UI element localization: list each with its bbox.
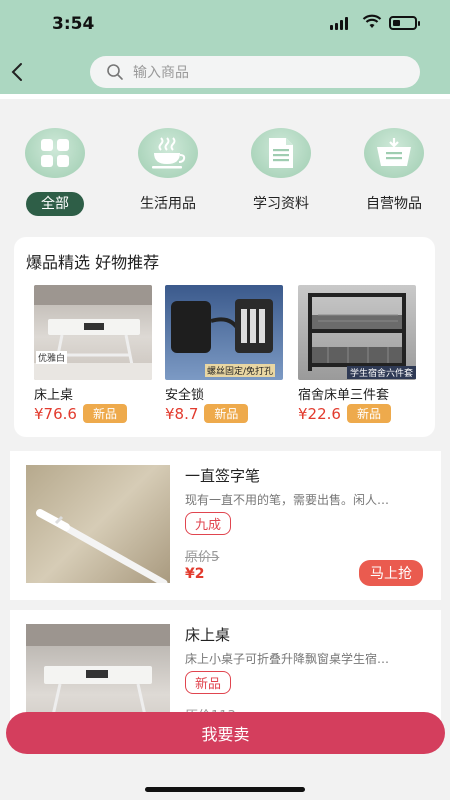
new-badge: 新品 xyxy=(82,404,127,423)
product-name: 床上桌 xyxy=(34,388,74,403)
battery-icon xyxy=(389,16,420,30)
header: 3:54 输入商品 xyxy=(0,0,450,94)
listing-title: 床上桌 xyxy=(185,626,231,644)
search-bar[interactable]: 输入商品 xyxy=(90,56,420,88)
listing-card[interactable]: 床上桌 床上小桌子可折叠升降飘窗桌学生宿… 新品 原价113 xyxy=(10,610,441,742)
listing-image-pen xyxy=(26,465,170,583)
header-divider xyxy=(0,94,450,99)
product-image-caption: 螺丝固定/免打孔 xyxy=(205,364,276,377)
category-study-materials[interactable]: 学习资料 xyxy=(236,128,326,216)
product-name: 宿舍床单三件套 xyxy=(298,388,390,403)
category-self-operated[interactable]: 自营物品 xyxy=(349,128,439,216)
search-icon xyxy=(107,64,123,80)
document-icon xyxy=(251,128,311,178)
product-image-bedding-set: 学生宿舍六件套 xyxy=(298,285,416,380)
shopping-basket-icon xyxy=(364,128,424,178)
sell-button[interactable]: 我要卖 xyxy=(6,712,445,754)
product-price: ¥76.6 xyxy=(34,404,77,423)
category-label: 生活用品 xyxy=(140,196,196,212)
hot-picks-title: 爆品精选 好物推荐 xyxy=(26,253,160,272)
cellular-signal-icon xyxy=(330,17,348,30)
product-image-safety-lock: 螺丝固定/免打孔 xyxy=(165,285,283,380)
category-label: 全部 xyxy=(26,192,84,216)
coffee-cup-icon xyxy=(138,128,198,178)
product-image-bed-desk: 优雅白 xyxy=(34,285,152,380)
category-label: 学习资料 xyxy=(253,196,309,212)
listing-price: ¥2 xyxy=(185,566,205,582)
product-name: 安全锁 xyxy=(165,388,205,403)
original-price: 原价5 xyxy=(185,550,220,565)
status-bar: 3:54 xyxy=(0,0,450,48)
listing-title: 一直签字笔 xyxy=(185,467,261,485)
buy-now-button[interactable]: 马上抢 xyxy=(359,560,423,586)
category-all[interactable]: 全部 xyxy=(10,128,100,216)
new-badge: 新品 xyxy=(346,404,391,423)
new-badge: 新品 xyxy=(204,404,249,423)
hot-product-card[interactable]: 螺丝固定/免打孔 安全锁 ¥8.7 新品 xyxy=(165,285,283,423)
search-input[interactable]: 输入商品 xyxy=(133,62,189,82)
category-row: 全部 生活用品 学习资料 自营物品 xyxy=(0,128,450,218)
wifi-icon xyxy=(362,14,382,34)
home-indicator xyxy=(145,787,305,792)
grid-icon xyxy=(25,128,85,178)
condition-badge: 九成 xyxy=(185,512,232,535)
hot-product-card[interactable]: 优雅白 床上桌 ¥76.6 新品 xyxy=(34,285,152,423)
listing-card[interactable]: 一直签字笔 现有一直不用的笔，需要出售。闲人… 九成 原价5 ¥2 马上抢 xyxy=(10,451,441,600)
status-time: 3:54 xyxy=(52,14,95,34)
chevron-left-icon xyxy=(11,63,22,81)
category-daily-goods[interactable]: 生活用品 xyxy=(123,128,213,216)
condition-badge: 新品 xyxy=(185,671,232,694)
listing-description: 现有一直不用的笔，需要出售。闲人… xyxy=(185,493,390,507)
listing-description: 床上小桌子可折叠升降飘窗桌学生宿… xyxy=(185,652,390,666)
product-image-caption: 学生宿舍六件套 xyxy=(346,366,416,379)
hot-product-card[interactable]: 学生宿舍六件套 宿舍床单三件套 ¥22.6 新品 xyxy=(298,285,416,423)
product-price: ¥8.7 xyxy=(165,404,199,423)
product-price: ¥22.6 xyxy=(298,404,341,423)
category-label: 自营物品 xyxy=(366,196,422,212)
back-button[interactable] xyxy=(8,60,28,84)
hot-picks-card: 爆品精选 好物推荐 优雅白 床上桌 ¥76.6 新品 螺丝固定/免打孔 安全锁 … xyxy=(14,237,435,437)
product-image-caption: 优雅白 xyxy=(36,351,68,364)
